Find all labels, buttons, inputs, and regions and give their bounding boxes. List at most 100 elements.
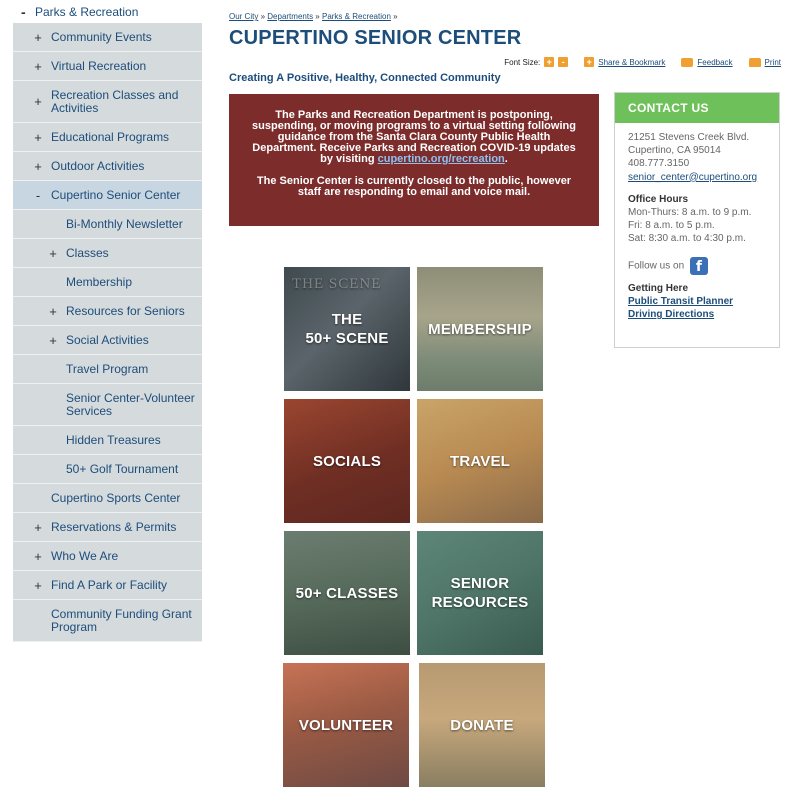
expand-sign[interactable]: +	[46, 334, 60, 347]
contact-box: CONTACT US 21251 Stevens Creek Blvd. Cup…	[614, 92, 780, 348]
sidebar-item-label[interactable]: Resources for Seniors	[60, 304, 185, 318]
sidebar-item-classes[interactable]: + Classes	[13, 239, 202, 268]
notice-paragraph-2: The Senior Center is currently closed to…	[256, 175, 572, 198]
sidebar-item-social-activities[interactable]: + Social Activities	[13, 326, 202, 355]
sidebar-item-label[interactable]: Virtual Recreation	[45, 59, 146, 73]
tile-label: 50+ CLASSES	[295, 584, 399, 602]
font-size-label: Font Size:	[504, 57, 541, 67]
sidebar-item-label[interactable]: Classes	[60, 246, 109, 260]
tile-bg-text: THE SCENE	[292, 276, 382, 292]
sidebar-item-label[interactable]: Membership	[66, 275, 132, 289]
address-line-2: Cupertino, CA 95014	[628, 145, 721, 157]
breadcrumb-link-parks-recreation[interactable]: Parks & Recreation	[322, 12, 391, 21]
sidebar-item-label[interactable]: Who We Are	[45, 549, 118, 563]
tile-label: DONATE	[450, 716, 514, 734]
follow-us: Follow us on f	[628, 256, 779, 275]
expand-sign[interactable]: +	[31, 521, 45, 534]
tile-label: VOLUNTEER	[298, 716, 394, 734]
sidebar-item-virtual-recreation[interactable]: + Virtual Recreation	[13, 52, 202, 81]
sidebar-item-label[interactable]: Community Events	[45, 30, 152, 44]
sidebar-item-label[interactable]: Reservations & Permits	[45, 520, 176, 534]
sidebar-item-who-we-are[interactable]: + Who We Are	[13, 542, 202, 571]
getting-here-heading: Getting Here	[628, 282, 689, 294]
facebook-icon[interactable]: f	[689, 256, 708, 275]
sidebar-item-cupertino-senior-center[interactable]: - Cupertino Senior Center	[13, 181, 202, 210]
sidebar-item-resources-for-seniors[interactable]: + Resources for Seniors	[13, 297, 202, 326]
sidebar-item-label[interactable]: Senior Center-Volunteer Services	[66, 391, 202, 418]
sidebar-item-label[interactable]: Recreation Classes and Activities	[45, 88, 202, 115]
sidebar-item-travel-program[interactable]: Travel Program	[13, 355, 202, 384]
tile-donate[interactable]: DONATE	[419, 663, 545, 787]
tile-socials[interactable]: SOCIALS	[284, 399, 410, 523]
follow-label: Follow us on	[628, 260, 685, 272]
sidebar-item-cupertino-sports-center[interactable]: Cupertino Sports Center	[13, 484, 202, 513]
print-link[interactable]: Print	[765, 58, 781, 67]
tile-travel[interactable]: TRAVEL	[417, 399, 543, 523]
sidebar-item-recreation-classes[interactable]: + Recreation Classes and Activities	[13, 81, 202, 123]
tile-50-plus-classes[interactable]: 50+ CLASSES	[284, 531, 410, 655]
sidebar-item-hidden-treasures[interactable]: Hidden Treasures	[13, 426, 202, 455]
expand-sign[interactable]: +	[31, 131, 45, 144]
sidebar-item-educational-programs[interactable]: + Educational Programs	[13, 123, 202, 152]
tile-label-line-2: 50+ SCENE	[305, 330, 389, 347]
sidebar-item-label[interactable]: Parks & Recreation	[35, 5, 138, 19]
share-icon[interactable]: +	[584, 57, 595, 67]
feedback-icon[interactable]	[681, 57, 694, 67]
share-bookmark-link[interactable]: Share & Bookmark	[598, 58, 665, 67]
font-increase-button[interactable]: +	[544, 57, 555, 67]
email-link[interactable]: senior_center@cupertino.org	[628, 172, 757, 183]
tile-50-plus-scene[interactable]: THE SCENE THE 50+ SCENE	[284, 267, 410, 391]
expand-sign[interactable]: +	[31, 550, 45, 563]
breadcrumb-link-departments[interactable]: Departments	[267, 12, 313, 21]
sidebar-item-label[interactable]: Find A Park or Facility	[45, 578, 167, 592]
tile-senior-resources[interactable]: SENIOR RESOURCES	[417, 531, 543, 655]
sidebar-item-label[interactable]: Travel Program	[66, 362, 148, 376]
sidebar-item-label[interactable]: Educational Programs	[45, 130, 169, 144]
sidebar-item-community-events[interactable]: + Community Events	[13, 23, 202, 52]
sidebar-item-label[interactable]: Community Funding Grant Program	[51, 607, 202, 634]
sidebar-item-label[interactable]: Social Activities	[60, 333, 149, 347]
sidebar-item-label[interactable]: Bi-Monthly Newsletter	[66, 217, 183, 231]
expand-sign[interactable]: +	[31, 579, 45, 592]
driving-directions-link[interactable]: Driving Directions	[628, 308, 779, 321]
tile-volunteer[interactable]: VOLUNTEER	[283, 663, 409, 787]
breadcrumb-link-our-city[interactable]: Our City	[229, 12, 258, 21]
sidebar-item-golf-tournament[interactable]: 50+ Golf Tournament	[13, 455, 202, 484]
breadcrumb-separator: »	[393, 12, 398, 21]
page-tagline: Creating A Positive, Healthy, Connected …	[229, 72, 501, 84]
tile-membership[interactable]: MEMBERSHIP	[417, 267, 543, 391]
expand-sign[interactable]: +	[31, 60, 45, 73]
breadcrumb-separator: »	[260, 12, 266, 21]
sidebar-item-find-a-park[interactable]: + Find A Park or Facility	[13, 571, 202, 600]
font-decrease-button[interactable]: -	[558, 57, 569, 67]
recreation-link[interactable]: cupertino.org/recreation	[378, 153, 505, 165]
sidebar-item-membership[interactable]: Membership	[13, 268, 202, 297]
transit-planner-link[interactable]: Public Transit Planner	[628, 295, 779, 308]
expand-sign[interactable]: +	[31, 160, 45, 173]
sidebar-item-community-funding-grant[interactable]: Community Funding Grant Program	[13, 600, 202, 642]
feedback-link[interactable]: Feedback	[697, 58, 732, 67]
office-hours-heading: Office Hours	[628, 193, 689, 205]
sidebar-item-label[interactable]: 50+ Golf Tournament	[66, 462, 178, 476]
expand-sign[interactable]: +	[46, 305, 60, 318]
sidebar-item-label[interactable]: Hidden Treasures	[66, 433, 161, 447]
tile-label-line-1: THE	[331, 311, 363, 328]
sidebar-item-label[interactable]: Cupertino Senior Center	[45, 188, 180, 202]
sidebar-item-label[interactable]: Cupertino Sports Center	[51, 491, 180, 505]
breadcrumb: Our City » Departments » Parks & Recreat…	[229, 12, 398, 21]
sidebar-item-parks-recreation[interactable]: - Parks & Recreation	[13, 0, 202, 23]
sidebar-item-label[interactable]: Outdoor Activities	[45, 159, 144, 173]
collapse-sign[interactable]: -	[21, 4, 35, 20]
sidebar-item-volunteer-services[interactable]: Senior Center-Volunteer Services	[13, 384, 202, 426]
expand-sign[interactable]: +	[46, 247, 60, 260]
expand-sign[interactable]: +	[31, 31, 45, 44]
sidebar-item-reservations-permits[interactable]: + Reservations & Permits	[13, 513, 202, 542]
collapse-sign[interactable]: -	[31, 189, 45, 202]
sidebar-item-bi-monthly-newsletter[interactable]: Bi-Monthly Newsletter	[13, 210, 202, 239]
sidebar-item-outdoor-activities[interactable]: + Outdoor Activities	[13, 152, 202, 181]
hours-line-3: Sat: 8:30 a.m. to 4:30 p.m.	[628, 233, 746, 245]
expand-sign[interactable]: +	[31, 95, 45, 108]
tile-label: MEMBERSHIP	[428, 320, 532, 338]
phone-number: 408.777.3150	[628, 158, 690, 170]
print-icon[interactable]	[748, 57, 761, 67]
